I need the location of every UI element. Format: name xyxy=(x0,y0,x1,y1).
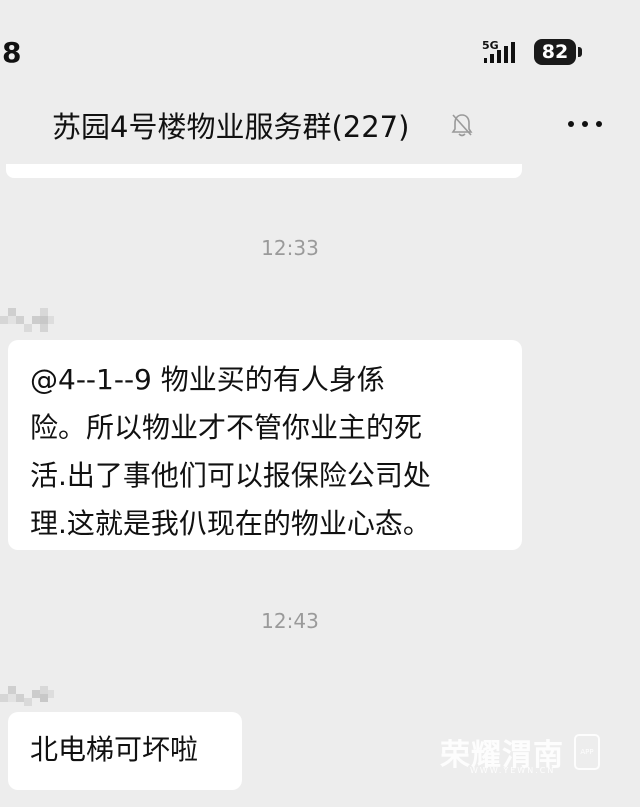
status-time: 8 xyxy=(2,36,22,69)
message-text-line: 理.这就是我仈现在的物业心态。 xyxy=(30,507,431,540)
message-text-line: @4--1--9 物业买的有人身係 xyxy=(30,363,385,396)
chat-screen: 8 5G 82 苏园4号楼物业服务群(227) 12:33 @4--1--9 物… xyxy=(0,0,640,807)
battery-cap xyxy=(578,47,582,57)
mute-bell-icon xyxy=(450,112,474,138)
message-text-line: 活.出了事他们可以报保险公司处 xyxy=(30,459,431,492)
message-bubble[interactable]: 北电梯可坏啦 xyxy=(8,712,242,790)
watermark-url: WWW.YEWN.CN xyxy=(470,766,556,775)
signal-icon: 5G xyxy=(482,40,524,66)
chat-title[interactable]: 苏园4号楼物业服务群(227) xyxy=(52,104,409,146)
message-text-line: 险。所以物业才不管你业主的死 xyxy=(30,411,423,444)
avatar[interactable] xyxy=(0,680,54,710)
message-bubble[interactable]: @4--1--9 物业买的有人身係 险。所以物业才不管你业主的死 活.出了事他们… xyxy=(8,340,522,550)
message-text: 北电梯可坏啦 xyxy=(30,733,199,766)
watermark-logo: 荣耀渭南 WWW.YEWN.CN APP xyxy=(440,730,600,780)
status-bar: 8 5G 82 xyxy=(0,0,640,96)
battery-icon: 82 xyxy=(534,39,576,65)
more-icon[interactable] xyxy=(562,108,608,140)
message-timestamp: 12:33 xyxy=(261,236,319,260)
previous-message-bubble[interactable] xyxy=(6,164,522,178)
watermark-app-badge: APP xyxy=(574,734,600,770)
avatar[interactable] xyxy=(0,304,54,334)
message-timestamp: 12:43 xyxy=(261,609,319,633)
title-bar: 苏园4号楼物业服务群(227) xyxy=(0,96,640,156)
